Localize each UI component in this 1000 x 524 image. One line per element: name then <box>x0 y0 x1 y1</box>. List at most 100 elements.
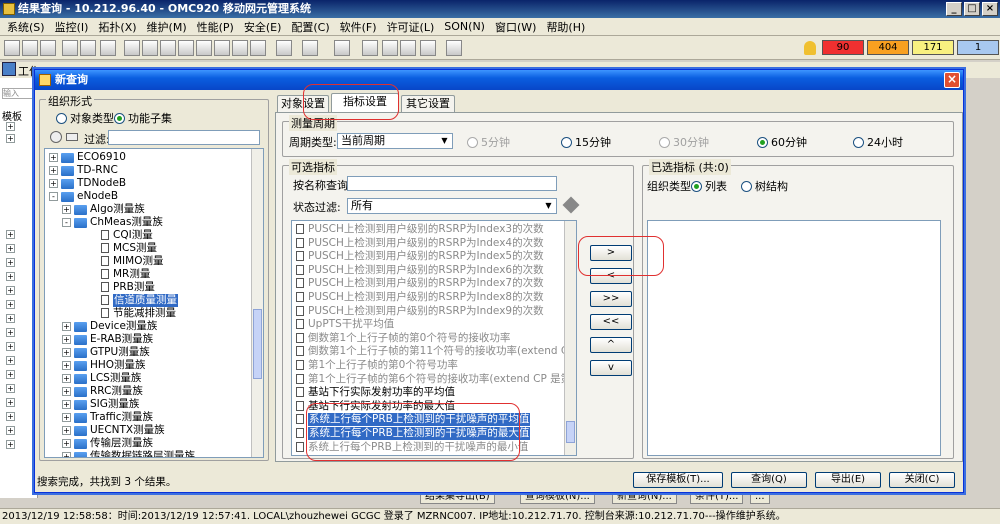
background-tree-expander[interactable]: + <box>6 426 15 435</box>
toolbar-tool-icon[interactable] <box>276 40 292 56</box>
alarm-count-3[interactable]: 1 <box>957 40 999 55</box>
menu-item-3[interactable]: 维护(M) <box>142 19 192 35</box>
toolbar-tool-icon[interactable] <box>334 40 350 56</box>
tree-folder-item[interactable]: + TD-RNC <box>45 164 250 177</box>
menu-item-6[interactable]: 配置(C) <box>286 19 334 35</box>
menu-item-0[interactable]: 系统(S) <box>2 19 50 35</box>
menu-item-1[interactable]: 监控(I) <box>50 19 94 35</box>
move-down-button[interactable]: v <box>590 360 632 376</box>
toolbar-tool-icon[interactable] <box>80 40 96 56</box>
dialog-close-button[interactable]: × <box>944 72 960 88</box>
expand-icon[interactable]: + <box>62 387 71 396</box>
background-tree-expander[interactable]: + <box>6 258 15 267</box>
background-tree-expander[interactable]: + <box>6 122 15 131</box>
period-option-0[interactable]: 5分钟 <box>467 134 510 150</box>
radio-function-subset[interactable]: 功能子集 <box>114 110 172 126</box>
expand-icon[interactable]: + <box>62 426 71 435</box>
tree-leaf-item[interactable]: MIMO测量 <box>45 255 250 268</box>
background-tree-expander[interactable]: + <box>6 314 15 323</box>
tree-leaf-item[interactable]: 节能减排测量 <box>45 307 250 320</box>
toolbar-tool-icon[interactable] <box>382 40 398 56</box>
menu-item-5[interactable]: 安全(E) <box>239 19 287 35</box>
export-button[interactable]: 导出(E) <box>815 472 881 488</box>
expand-icon[interactable]: + <box>62 413 71 422</box>
tree-folder-item[interactable]: + RRC测量族 <box>45 385 250 398</box>
background-tree-expander[interactable]: + <box>6 328 15 337</box>
toolbar-tool-icon[interactable] <box>40 40 56 56</box>
background-search-input[interactable]: 输入 <box>2 88 36 99</box>
indicator-item[interactable]: 第1个上行子帧的第6个符号的接收功率(extend CP 是第4) <box>292 373 576 386</box>
period-option-2[interactable]: 30分钟 <box>659 134 709 150</box>
period-option-4[interactable]: 24小时 <box>853 134 903 150</box>
indicator-item[interactable]: 倒数第1个上行子帧的第0个符号的接收功率 <box>292 332 564 345</box>
eraser-icon[interactable] <box>562 196 580 214</box>
radio-tree-structure[interactable]: 树结构 <box>741 178 788 194</box>
toolbar-tool-icon[interactable] <box>100 40 116 56</box>
tree-folder-item[interactable]: + SIG测量族 <box>45 398 250 411</box>
tree-folder-item[interactable]: - ChMeas测量族 <box>45 216 250 229</box>
tree-folder-item[interactable]: + 传输层测量族 <box>45 437 250 450</box>
tree-folder-item[interactable]: + E-RAB测量族 <box>45 333 250 346</box>
toolbar-tool-icon[interactable] <box>250 40 266 56</box>
background-tree-expander[interactable]: + <box>6 300 15 309</box>
background-tree-expander[interactable]: + <box>6 398 15 407</box>
save-template-button[interactable]: 保存模板(T)... <box>633 472 723 488</box>
alarm-bell-icon[interactable] <box>804 41 816 55</box>
toolbar-tool-icon[interactable] <box>446 40 462 56</box>
expand-icon[interactable]: + <box>62 205 71 214</box>
minimize-button[interactable]: _ <box>946 2 962 16</box>
tree-folder-item[interactable]: - eNodeB <box>45 190 250 203</box>
indicators-scrollbar[interactable] <box>564 221 576 455</box>
expand-icon[interactable]: + <box>49 153 58 162</box>
tree-leaf-item[interactable]: MR测量 <box>45 268 250 281</box>
menu-item-11[interactable]: 帮助(H) <box>541 19 590 35</box>
indicator-item[interactable]: PUSCH上检测到用户级别的RSRP为Index8的次数 <box>292 291 564 304</box>
tree-folder-item[interactable]: + HHO测量族 <box>45 359 250 372</box>
tree-folder-item[interactable]: + ECO6910 <box>45 151 250 164</box>
expand-icon[interactable]: + <box>62 439 71 448</box>
background-tree-expander[interactable]: + <box>6 244 15 253</box>
indicator-item[interactable]: 基站下行实际发射功率的平均值 <box>292 386 564 399</box>
tree-folder-item[interactable]: + GTPU测量族 <box>45 346 250 359</box>
indicator-item[interactable]: 第1个上行子帧的第0个符号功率 <box>292 359 564 372</box>
tree-folder-item[interactable]: + TDNodeB <box>45 177 250 190</box>
expand-icon[interactable]: + <box>62 452 71 457</box>
tree-scrollbar[interactable] <box>251 149 263 457</box>
background-tree-root[interactable]: 模板 <box>2 108 22 123</box>
tree-folder-item[interactable]: + UECNTX测量族 <box>45 424 250 437</box>
background-tree-expander[interactable]: + <box>6 384 15 393</box>
tree-folder-item[interactable]: + 传输数据链路层测量族 <box>45 450 250 457</box>
toolbar-tool-icon[interactable] <box>124 40 140 56</box>
background-tree-expander[interactable]: + <box>6 286 15 295</box>
tab-2[interactable]: 其它设置 <box>401 95 455 112</box>
status-filter-select[interactable]: 所有 ▼ <box>347 198 557 214</box>
query-button[interactable]: 查询(Q) <box>731 472 807 488</box>
tree-folder-item[interactable]: + Device测量族 <box>45 320 250 333</box>
toolbar-tool-icon[interactable] <box>4 40 20 56</box>
menu-item-7[interactable]: 软件(F) <box>335 19 382 35</box>
menu-item-2[interactable]: 拓扑(X) <box>93 19 141 35</box>
background-tree-expander[interactable]: + <box>6 370 15 379</box>
indicator-item[interactable]: UpPTS干扰平均值 <box>292 318 564 331</box>
radio-object-type[interactable]: 对象类型 <box>56 110 114 126</box>
indicator-item[interactable]: PUSCH上检测到用户级别的RSRP为Index9的次数 <box>292 305 564 318</box>
menu-item-4[interactable]: 性能(P) <box>192 19 239 35</box>
toolbar-tool-icon[interactable] <box>22 40 38 56</box>
toolbar-tool-icon[interactable] <box>214 40 230 56</box>
expand-icon[interactable]: + <box>62 400 71 409</box>
toolbar-tool-icon[interactable] <box>400 40 416 56</box>
menu-item-8[interactable]: 许可证(L) <box>382 19 440 35</box>
period-option-3[interactable]: 60分钟 <box>757 134 807 150</box>
tree-folder-item[interactable]: + LCS测量族 <box>45 372 250 385</box>
background-tree-expander[interactable]: + <box>6 356 15 365</box>
menu-item-9[interactable]: SON(N) <box>439 20 490 33</box>
expand-icon[interactable]: + <box>62 374 71 383</box>
background-tree-expander[interactable]: + <box>6 134 15 143</box>
indicator-item[interactable]: PUSCH上检测到用户级别的RSRP为Index6的次数 <box>292 264 564 277</box>
expand-icon[interactable]: + <box>62 322 71 331</box>
expand-icon[interactable]: + <box>62 348 71 357</box>
move-up-button[interactable]: ^ <box>590 337 632 353</box>
remove-all-button[interactable]: << <box>590 314 632 330</box>
indicator-item[interactable]: 倒数第1个上行子帧的第11个符号的接收功率(extend CP 是第9) <box>292 345 576 358</box>
tree-folder-item[interactable]: + Traffic测量族 <box>45 411 250 424</box>
